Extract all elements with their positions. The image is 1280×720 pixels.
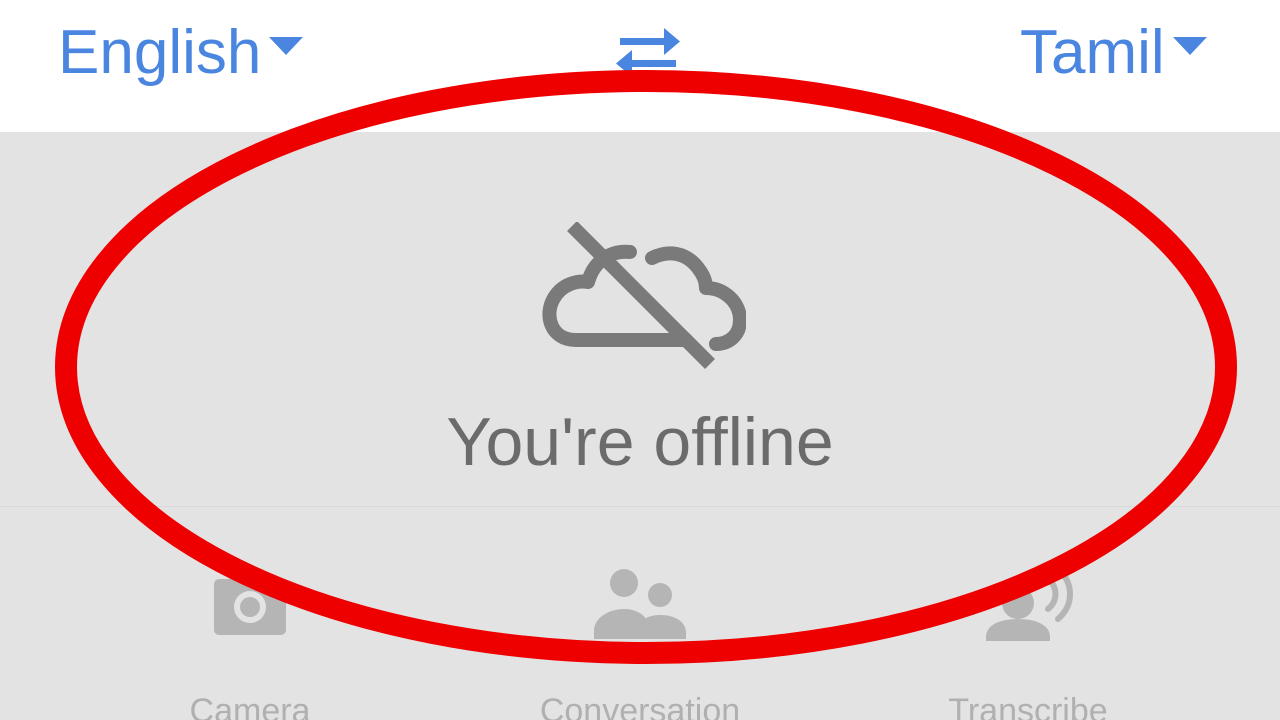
conversation-label: Conversation (539, 692, 741, 720)
offline-panel: You're offline (0, 132, 1280, 507)
transcribe-label: Transcribe (948, 692, 1108, 720)
people-icon (594, 569, 686, 639)
target-language-selector[interactable]: Tamil (1020, 18, 1207, 88)
tools-row: Camera Conversation Transcribe (0, 507, 1280, 720)
camera-icon (214, 569, 286, 635)
language-bar: English Tamil (0, 0, 1280, 132)
translate-screen: English Tamil You're offline Camera Conv… (0, 0, 1280, 720)
source-language-label: English (58, 18, 262, 87)
offline-message: You're offline (446, 404, 834, 480)
target-language-label: Tamil (1020, 18, 1165, 87)
cloud-off-icon (542, 222, 746, 369)
dropdown-caret-icon (269, 37, 304, 55)
conversation-button[interactable]: Conversation (510, 507, 770, 720)
swap-arrows-icon (616, 28, 680, 77)
transcribe-icon (986, 566, 1073, 641)
camera-label: Camera (189, 692, 311, 720)
swap-languages-button[interactable] (612, 24, 684, 80)
dropdown-caret-icon (1172, 37, 1207, 55)
source-language-selector[interactable]: English (58, 18, 304, 88)
transcribe-button[interactable]: Transcribe (898, 507, 1158, 720)
camera-button[interactable]: Camera (120, 507, 380, 720)
